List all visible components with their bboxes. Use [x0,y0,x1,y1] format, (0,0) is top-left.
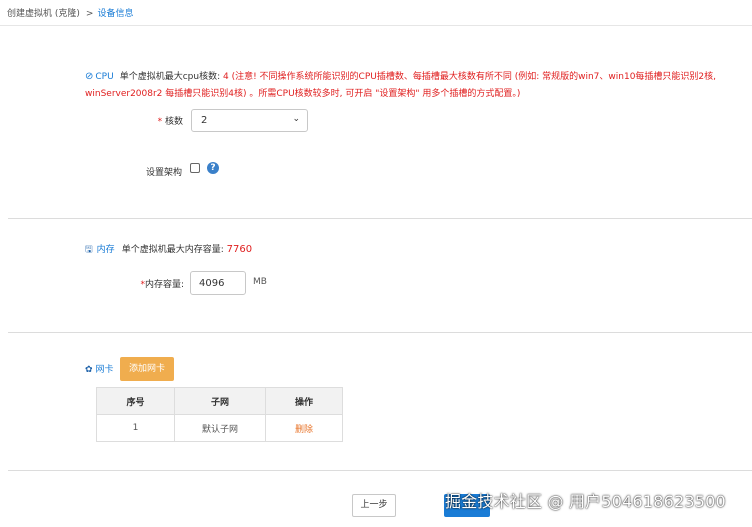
memory-section-title: 内存 [96,245,115,255]
cpu-section-title: CPU [95,72,114,82]
cpu-section-header: ⊘ CPU 单个虚拟机最大cpu核数: 4 (注意! 不同操作系统所能识别的CPU插… [85,68,725,103]
breadcrumb-parent[interactable]: 创建虚拟机 (克隆) [7,9,80,19]
memory-capacity-label: *内存容量: [140,280,184,290]
breadcrumb-current[interactable]: 设备信息 [97,9,133,19]
nic-table: 序号 子网 操作 1 默认子网 删除 [96,387,343,442]
add-nic-button[interactable]: 添加网卡 [120,357,174,381]
memory-section-header: 🖫 内存 单个虚拟机最大内存容量: 7760 [85,243,252,257]
memory-unit: MB [253,277,267,287]
table-row: 1 默认子网 删除 [96,414,343,442]
chevron-down-icon: ⌄ [292,114,300,124]
network-section-title: 网卡 [95,365,114,375]
network-section-header: ✿ 网卡 [85,363,114,377]
section-divider [8,332,752,333]
table-header-row: 序号 子网 操作 [96,387,343,415]
arch-label: 设置架构 [145,168,182,178]
section-divider [8,470,752,471]
question-circle-icon[interactable]: ? [207,162,219,174]
memory-max-label: 单个虚拟机最大内存容量: [121,245,224,255]
prev-step-button[interactable]: 上一步 [352,494,396,517]
column-header-subnet: 子网 [174,387,266,415]
row-index: 1 [96,414,175,442]
memory-max-value: 7760 [226,244,253,255]
delete-link[interactable]: 删除 [265,414,343,442]
breadcrumb-separator: > [85,9,94,19]
row-subnet: 默认子网 [174,414,266,442]
cores-select-value: 2 [201,115,208,126]
cores-select[interactable]: 2 ⌄ [191,109,308,132]
column-header-index: 序号 [96,387,175,415]
save-icon: 🖫 [85,245,93,255]
network-icon: ✿ [85,365,93,375]
cores-label: * 核数 [157,117,183,127]
column-header-action: 操作 [265,387,343,415]
check-circle-icon: ⊘ [85,71,94,82]
memory-capacity-input[interactable]: 4096 [190,271,246,295]
breadcrumb: 创建虚拟机 (克隆) > 设备信息 [0,0,752,26]
watermark: 掘金技术社区 @ 用户504618623500 [445,492,726,511]
arch-checkbox[interactable] [190,163,200,173]
cpu-max-label: 单个虚拟机最大cpu核数: [119,72,221,82]
section-divider [8,218,752,219]
